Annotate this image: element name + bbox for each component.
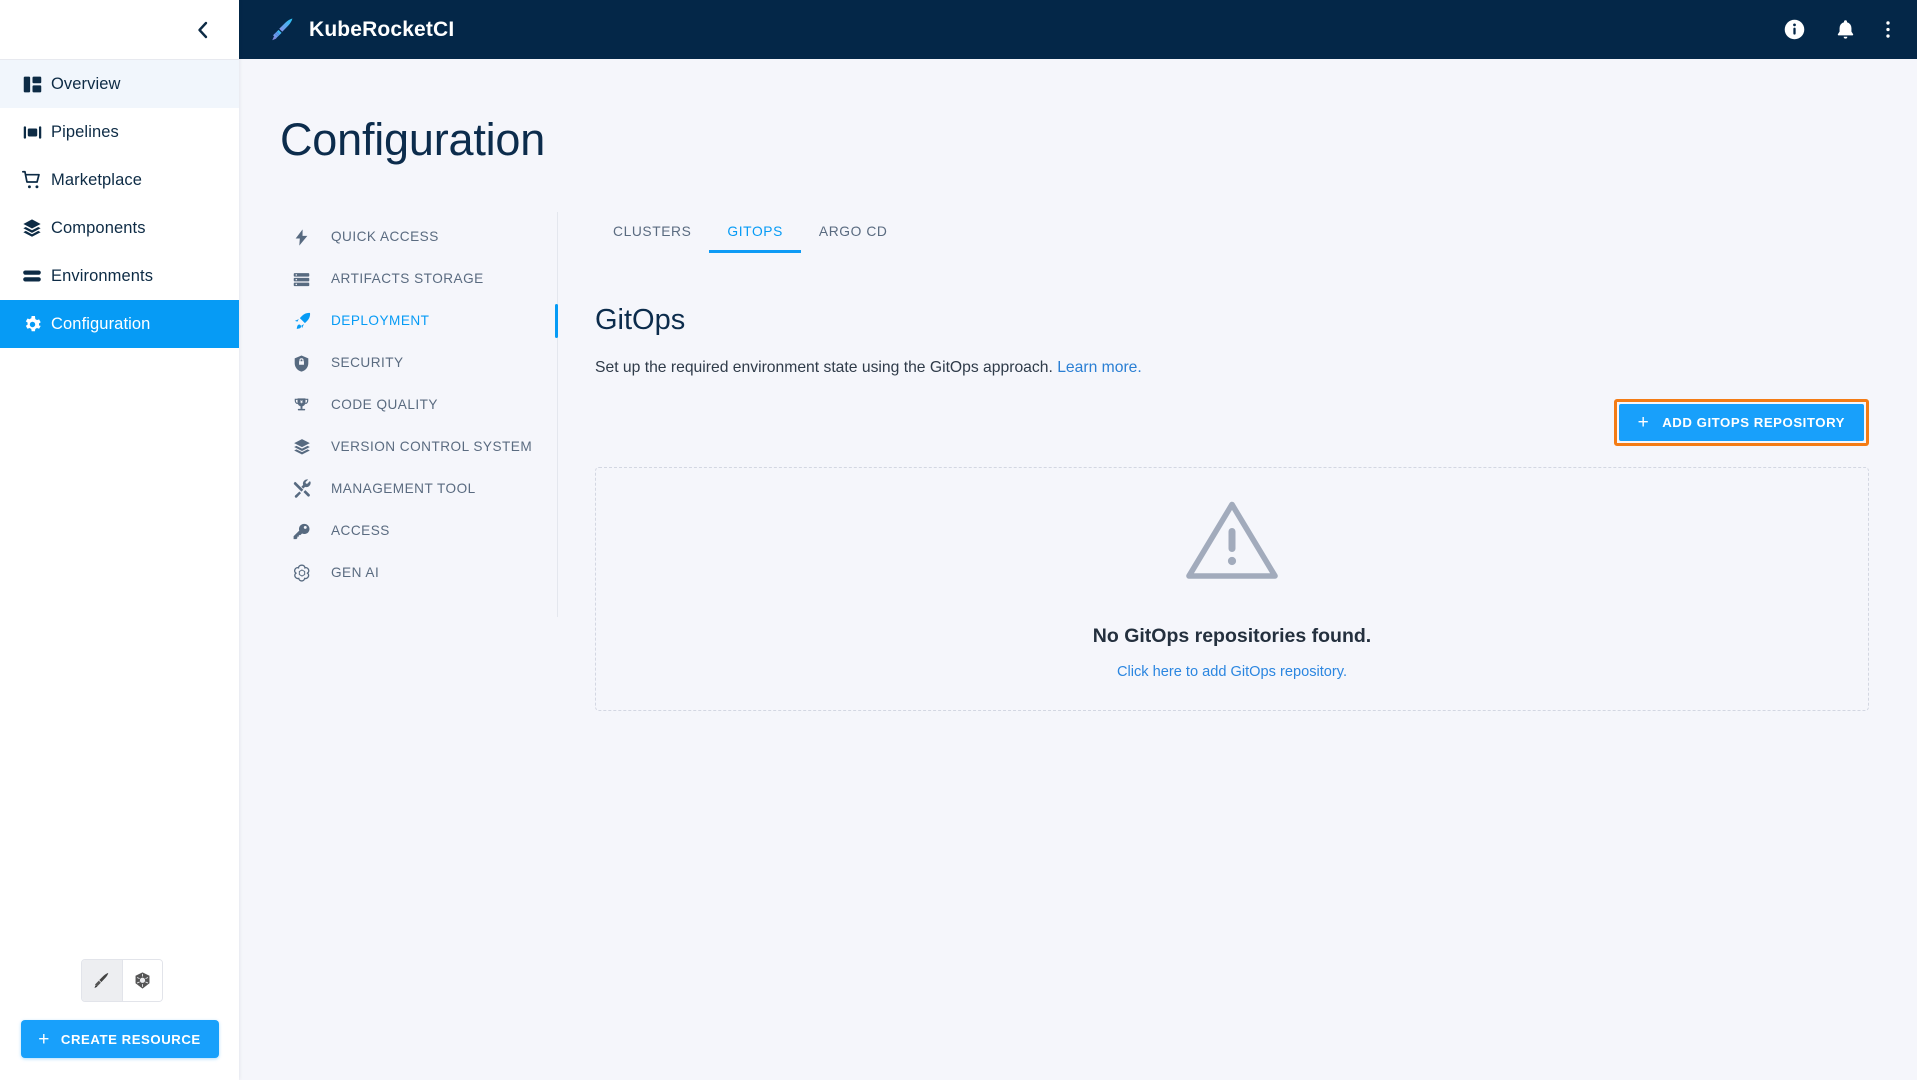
key-icon bbox=[288, 522, 315, 541]
sidebar-header bbox=[0, 0, 239, 59]
sidebar-item-label: Overview bbox=[51, 74, 121, 93]
page-title: Configuration bbox=[280, 114, 546, 165]
view-mode-kuberocketci-button[interactable] bbox=[82, 960, 122, 1001]
kuberocketci-logo-icon bbox=[94, 972, 109, 988]
add-gitops-repository-button[interactable]: + ADD GITOPS REPOSITORY bbox=[1618, 404, 1864, 441]
settings-item-label: SECURITY bbox=[331, 355, 404, 371]
configuration-body: QUICK ACCESS ARTIFACTS STORAGE DEPLOYMEN… bbox=[239, 212, 1917, 711]
sidebar-footer: + CREATE RESOURCE bbox=[0, 959, 239, 1080]
bell-icon[interactable] bbox=[1834, 18, 1857, 41]
sidebar-item-overview[interactable]: Overview bbox=[0, 60, 239, 108]
main-column: KubeRocketCI Configuration QUICK ACCESS … bbox=[239, 0, 1917, 1080]
content-area: Configuration QUICK ACCESS ARTIFACTS STO… bbox=[239, 59, 1917, 1080]
sidebar-item-label: Configuration bbox=[51, 314, 151, 333]
add-gitops-repository-label: ADD GITOPS REPOSITORY bbox=[1662, 415, 1845, 430]
app-root: Overview Pipelines Marketplace Component… bbox=[0, 0, 1917, 1080]
add-gitops-repository-highlight: + ADD GITOPS REPOSITORY bbox=[1613, 399, 1869, 446]
layers-icon bbox=[288, 437, 315, 457]
tab-argo-cd[interactable]: ARGO CD bbox=[801, 212, 906, 253]
brand[interactable]: KubeRocketCI bbox=[269, 16, 454, 43]
plus-icon: + bbox=[38, 1028, 50, 1050]
panel-toolbar: + ADD GITOPS REPOSITORY bbox=[595, 399, 1869, 446]
view-mode-toggle-group bbox=[81, 959, 163, 1002]
section-title: GitOps bbox=[595, 304, 686, 336]
kuberocketci-logo-icon bbox=[272, 18, 293, 41]
settings-item-gen-ai[interactable]: VERSION CONTROL SYSTEM GEN AI bbox=[280, 552, 557, 594]
storage-icon bbox=[288, 270, 315, 289]
tab-clusters[interactable]: CLUSTERS bbox=[595, 212, 709, 253]
settings-item-management-tool[interactable]: MANAGEMENT TOOL bbox=[280, 468, 557, 510]
sidebar-collapse-button[interactable] bbox=[188, 16, 216, 44]
layers-icon bbox=[13, 217, 51, 239]
empty-state-link[interactable]: Click here to add GitOps repository. bbox=[1117, 664, 1347, 680]
section-description-text: Set up the required environment state us… bbox=[595, 359, 1053, 376]
learn-more-link[interactable]: Learn more. bbox=[1057, 359, 1142, 376]
gen-ai-icon bbox=[288, 563, 315, 583]
settings-item-version-control-system[interactable]: VERSION CONTROL SYSTEM bbox=[280, 426, 557, 468]
settings-item-label: DEPLOYMENT bbox=[331, 313, 430, 329]
plus-icon: + bbox=[1637, 412, 1650, 433]
sidebar-item-label: Marketplace bbox=[51, 170, 142, 189]
settings-item-label: GEN AI bbox=[331, 565, 380, 581]
sidebar-item-environments[interactable]: Environments bbox=[0, 252, 239, 300]
gear-icon bbox=[13, 314, 51, 335]
tab-gitops[interactable]: GITOPS bbox=[709, 212, 802, 253]
settings-submenu: QUICK ACCESS ARTIFACTS STORAGE DEPLOYMEN… bbox=[280, 212, 558, 617]
settings-item-artifacts-storage[interactable]: ARTIFACTS STORAGE bbox=[280, 258, 557, 300]
settings-item-security[interactable]: SECURITY bbox=[280, 342, 557, 384]
section-description: Set up the required environment state us… bbox=[595, 359, 1869, 377]
settings-item-label: MANAGEMENT TOOL bbox=[331, 481, 476, 497]
environments-icon bbox=[13, 265, 51, 287]
create-resource-button[interactable]: + CREATE RESOURCE bbox=[20, 1020, 219, 1058]
lightning-bolt-icon bbox=[288, 228, 315, 247]
top-bar: KubeRocketCI bbox=[239, 0, 1917, 59]
more-vertical-icon[interactable] bbox=[1885, 18, 1891, 41]
chevron-left-icon bbox=[197, 21, 207, 38]
tools-icon bbox=[288, 479, 315, 499]
kubernetes-icon bbox=[135, 972, 150, 989]
dashboard-icon bbox=[13, 74, 51, 95]
info-icon[interactable] bbox=[1783, 18, 1806, 41]
warning-triangle-icon bbox=[1184, 498, 1280, 589]
settings-item-quick-access[interactable]: QUICK ACCESS bbox=[280, 216, 557, 258]
empty-state-title: No GitOps repositories found. bbox=[1092, 625, 1372, 647]
sidebar: Overview Pipelines Marketplace Component… bbox=[0, 0, 239, 1080]
pipelines-icon bbox=[13, 122, 51, 143]
sidebar-item-label: Components bbox=[51, 218, 146, 237]
settings-item-label: ARTIFACTS STORAGE bbox=[331, 271, 484, 287]
panel-tabs: CLUSTERS GITOPS ARGO CD bbox=[595, 212, 1869, 254]
empty-state: No GitOps repositories found. Click here… bbox=[595, 467, 1869, 711]
settings-item-deployment[interactable]: DEPLOYMENT bbox=[280, 300, 558, 342]
settings-item-code-quality[interactable]: CODE QUALITY bbox=[280, 384, 557, 426]
create-resource-label: CREATE RESOURCE bbox=[60, 1031, 201, 1047]
main-navigation: Overview Pipelines Marketplace Component… bbox=[0, 60, 239, 348]
settings-item-label: VERSION CONTROL SYSTEM bbox=[331, 439, 533, 455]
sidebar-item-components[interactable]: Components bbox=[0, 204, 239, 252]
settings-panel: CLUSTERS GITOPS ARGO CD GitOps Set up th… bbox=[558, 212, 1917, 711]
sidebar-item-configuration[interactable]: Configuration bbox=[0, 300, 239, 348]
sidebar-item-label: Pipelines bbox=[51, 122, 119, 141]
sidebar-item-pipelines[interactable]: Pipelines bbox=[0, 108, 239, 156]
sidebar-item-label: Environments bbox=[51, 266, 154, 285]
shield-icon bbox=[288, 354, 315, 373]
view-mode-kubernetes-button[interactable] bbox=[121, 960, 162, 1001]
topbar-actions bbox=[1783, 18, 1891, 41]
settings-item-access[interactable]: ACCESS bbox=[280, 510, 557, 552]
trophy-icon bbox=[288, 396, 315, 415]
settings-item-label: ACCESS bbox=[331, 523, 390, 539]
rocket-icon bbox=[288, 311, 315, 331]
sidebar-item-marketplace[interactable]: Marketplace bbox=[0, 156, 239, 204]
settings-item-label: QUICK ACCESS bbox=[331, 229, 439, 245]
cart-icon bbox=[13, 169, 51, 191]
brand-name: KubeRocketCI bbox=[309, 17, 455, 41]
settings-item-label: CODE QUALITY bbox=[331, 397, 438, 413]
